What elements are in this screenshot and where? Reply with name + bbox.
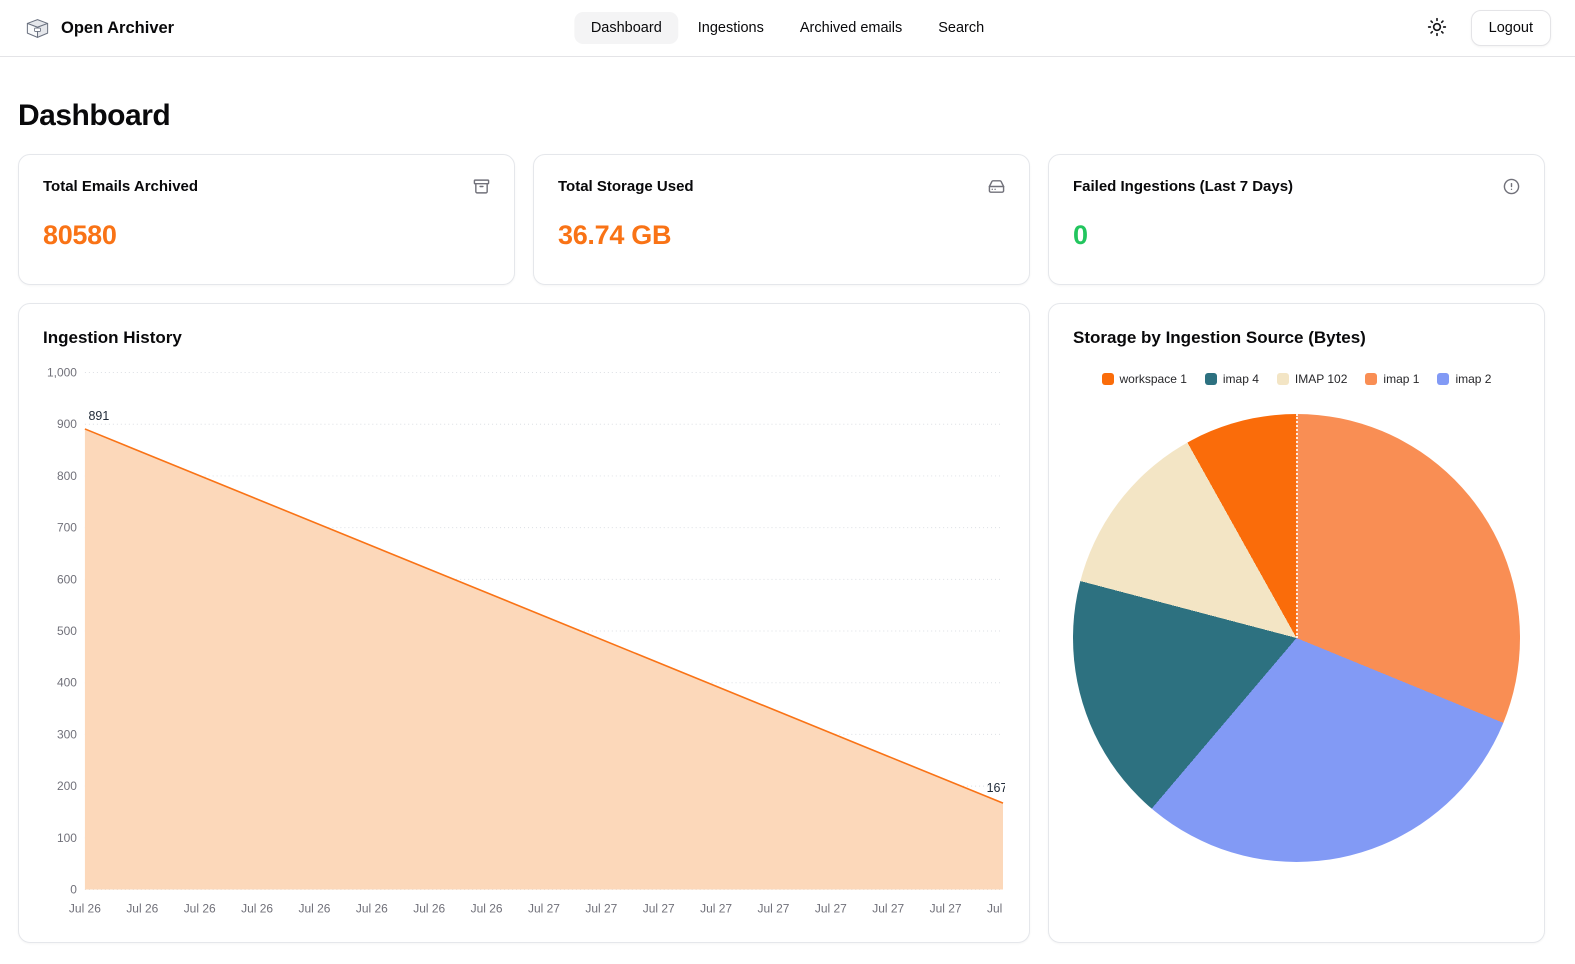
point-label-end: 167 <box>987 781 1005 795</box>
alert-circle-icon <box>1503 178 1520 195</box>
nav-item-ingestions[interactable]: Ingestions <box>681 12 781 45</box>
stat-card-title: Total Storage Used <box>558 178 694 195</box>
archive-icon <box>473 178 490 195</box>
legend-item-imap-4[interactable]: imap 4 <box>1205 372 1259 386</box>
y-tick-label: 1,000 <box>47 366 77 380</box>
storage-pie-chart[interactable] <box>1073 414 1520 862</box>
x-tick-label: Jul 27 <box>643 901 675 915</box>
legend-label: imap 2 <box>1455 372 1491 386</box>
legend-item-imap-2[interactable]: imap 2 <box>1437 372 1491 386</box>
x-tick-label: Jul 26 <box>184 901 216 915</box>
legend-item-imap-1[interactable]: imap 1 <box>1365 372 1419 386</box>
y-tick-label: 200 <box>57 779 77 793</box>
pie-seam <box>1296 414 1298 638</box>
x-tick-label: Jul 26 <box>241 901 273 915</box>
y-tick-label: 100 <box>57 831 77 845</box>
stat-card-total-storage-used: Total Storage Used 36.74 GB <box>533 154 1030 285</box>
hard-drive-icon <box>988 178 1005 195</box>
x-tick-label: Jul 26 <box>126 901 158 915</box>
sun-icon <box>1427 17 1447 40</box>
stat-card-title: Failed Ingestions (Last 7 Days) <box>1073 178 1293 195</box>
pie-legend: workspace 1 imap 4 IMAP 102 imap 1 imap … <box>1073 372 1520 386</box>
stat-card-total-emails-archived: Total Emails Archived 80580 <box>18 154 515 285</box>
nav-item-archived-emails[interactable]: Archived emails <box>783 12 919 45</box>
x-tick-label: Jul 27 <box>930 901 962 915</box>
legend-item-workspace-1[interactable]: workspace 1 <box>1102 372 1187 386</box>
legend-swatch-icon <box>1205 373 1217 385</box>
nav-item-search[interactable]: Search <box>921 12 1001 45</box>
x-tick-label: Jul 26 <box>413 901 445 915</box>
x-tick-label: Jul 26 <box>69 901 101 915</box>
x-tick-label: Jul 28 <box>987 901 1005 915</box>
brand[interactable]: Open Archiver <box>24 15 174 42</box>
legend-label: imap 1 <box>1383 372 1419 386</box>
y-tick-label: 900 <box>57 417 77 431</box>
app-header: Open Archiver DashboardIngestionsArchive… <box>0 0 1575 57</box>
charts-grid: Ingestion History 1,000 900 800 700 600 500 40… <box>18 303 1545 943</box>
x-tick-label: Jul 27 <box>872 901 904 915</box>
ingestion-history-card: Ingestion History 1,000 900 800 700 600 500 40… <box>18 303 1030 943</box>
stat-card-failed-ingestions-last-7-days-: Failed Ingestions (Last 7 Days) 0 <box>1048 154 1545 285</box>
stat-value: 36.74 GB <box>558 220 1005 251</box>
legend-swatch-icon <box>1102 373 1114 385</box>
x-tick-label: Jul 27 <box>700 901 732 915</box>
y-tick-label: 300 <box>57 727 77 741</box>
legend-swatch-icon <box>1437 373 1449 385</box>
legend-label: IMAP 102 <box>1295 372 1347 386</box>
storage-pie-title: Storage by Ingestion Source (Bytes) <box>1073 328 1520 348</box>
x-tick-label: Jul 27 <box>585 901 617 915</box>
header-actions: Logout <box>1423 10 1551 46</box>
logout-button[interactable]: Logout <box>1471 10 1551 46</box>
y-tick-label: 0 <box>70 882 77 896</box>
brand-name: Open Archiver <box>61 19 174 38</box>
stats-grid: Total Emails Archived 80580 Total Storag… <box>18 154 1545 285</box>
dashboard-page: Dashboard Total Emails Archived 80580 To… <box>18 99 1545 943</box>
x-tick-label: Jul 26 <box>298 901 330 915</box>
pie-wrap <box>1073 414 1520 862</box>
legend-swatch-icon <box>1277 373 1289 385</box>
x-tick-label: Jul 27 <box>758 901 790 915</box>
legend-label: imap 4 <box>1223 372 1259 386</box>
nav-item-dashboard[interactable]: Dashboard <box>574 12 679 45</box>
storage-pie-card: Storage by Ingestion Source (Bytes) work… <box>1048 303 1545 943</box>
y-tick-label: 400 <box>57 676 77 690</box>
point-label-start: 891 <box>88 409 109 423</box>
archive-box-logo-icon <box>24 15 51 42</box>
y-tick-label: 700 <box>57 521 77 535</box>
x-tick-label: Jul 26 <box>471 901 503 915</box>
legend-label: workspace 1 <box>1120 372 1187 386</box>
area-fill <box>85 429 1003 890</box>
x-tick-label: Jul 26 <box>356 901 388 915</box>
theme-toggle-button[interactable] <box>1423 13 1451 44</box>
y-tick-label: 800 <box>57 469 77 483</box>
ingestion-history-title: Ingestion History <box>43 328 1005 348</box>
y-tick-label: 500 <box>57 624 77 638</box>
legend-item-imap-102[interactable]: IMAP 102 <box>1277 372 1347 386</box>
page-title: Dashboard <box>18 99 1545 133</box>
main-nav: DashboardIngestionsArchived emailsSearch <box>574 12 1001 45</box>
y-tick-label: 600 <box>57 572 77 586</box>
legend-swatch-icon <box>1365 373 1377 385</box>
x-tick-label: Jul 27 <box>815 901 847 915</box>
x-tick-label: Jul 27 <box>528 901 560 915</box>
stat-value: 0 <box>1073 220 1520 251</box>
ingestion-history-chart[interactable]: 1,000 900 800 700 600 500 400 300 200 100 0 Jul 26 J… <box>43 356 1005 921</box>
stat-card-title: Total Emails Archived <box>43 178 198 195</box>
stat-value: 80580 <box>43 220 490 251</box>
